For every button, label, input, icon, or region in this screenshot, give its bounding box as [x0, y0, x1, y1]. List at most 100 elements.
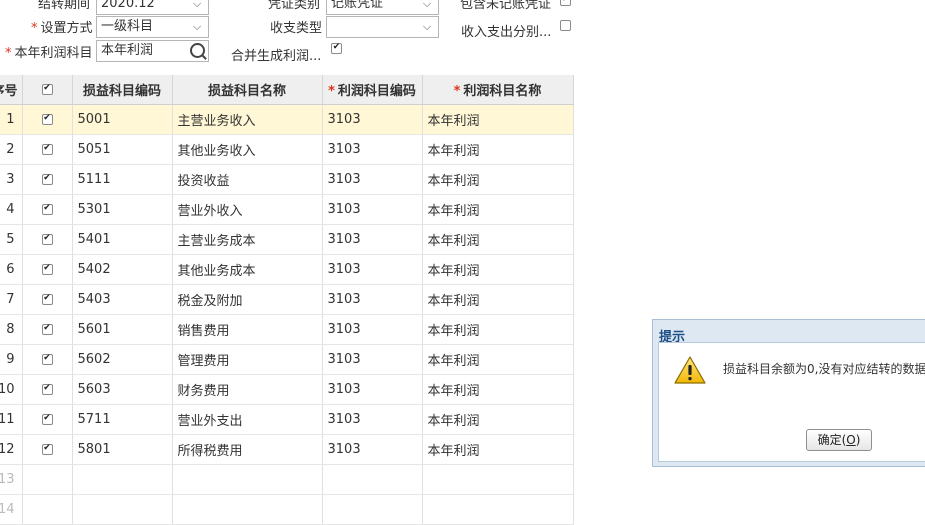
profit-code-cell[interactable]: 3103 [322, 104, 423, 135]
row-checkbox-cell[interactable] [22, 254, 73, 285]
pl-code-cell[interactable]: 5051 [72, 134, 173, 165]
search-icon[interactable] [190, 43, 205, 58]
profit-code-cell[interactable]: 3103 [322, 374, 423, 405]
profit-code-cell[interactable]: 3103 [322, 314, 423, 345]
pl-code-cell[interactable]: 5602 [72, 344, 173, 375]
table-row[interactable]: 6 5402其他业务成本3103本年利润 [0, 254, 574, 285]
setup-method-select[interactable]: 一级科目 ⌵ [96, 16, 209, 38]
profit-code-cell[interactable]: 3103 [322, 224, 423, 255]
pl-code-cell[interactable]: 5401 [72, 224, 173, 255]
row-checkbox-cell[interactable] [22, 104, 73, 135]
table-row[interactable]: 2 5051其他业务收入3103本年利润 [0, 134, 574, 165]
pl-name-cell[interactable]: 营业外支出 [172, 404, 323, 435]
profit-name-cell[interactable]: 本年利润 [422, 164, 574, 195]
pl-code-cell[interactable]: 5001 [72, 104, 173, 135]
table-row[interactable]: 5 5401主营业务成本3103本年利润 [0, 224, 574, 255]
row-checkbox[interactable] [41, 234, 53, 245]
profit-code-cell[interactable]: 3103 [322, 134, 423, 165]
period-label: 结转期间 [38, 0, 91, 12]
row-checkbox-cell[interactable] [22, 374, 73, 405]
row-checkbox[interactable] [41, 354, 53, 365]
pl-name-cell[interactable]: 营业外收入 [172, 194, 323, 225]
table-row[interactable]: 8 5601销售费用3103本年利润 [0, 314, 574, 345]
include-unposted-checkbox[interactable] [560, 0, 571, 6]
pl-name-cell[interactable]: 管理费用 [172, 344, 323, 375]
table-row[interactable]: 7 5403税金及附加3103本年利润 [0, 284, 574, 315]
select-all-checkbox[interactable] [41, 84, 53, 95]
profit-code-cell[interactable]: 3103 [322, 434, 423, 465]
pl-name-cell[interactable]: 其他业务收入 [172, 134, 323, 165]
profit-name-cell[interactable]: 本年利润 [422, 104, 574, 135]
pl-code-cell[interactable]: 5603 [72, 374, 173, 405]
row-checkbox[interactable] [41, 204, 53, 215]
row-index: 12 [0, 434, 23, 465]
pl-code-cell[interactable]: 5402 [72, 254, 173, 285]
row-checkbox-cell[interactable] [22, 284, 73, 315]
pl-name-cell[interactable]: 主营业务收入 [172, 104, 323, 135]
profit-code-cell[interactable]: 3103 [322, 404, 423, 435]
col-header-select-all[interactable] [22, 75, 73, 105]
pl-name-cell[interactable]: 所得税费用 [172, 434, 323, 465]
profit-name-cell[interactable]: 本年利润 [422, 344, 574, 375]
profit-code-cell[interactable]: 3103 [322, 344, 423, 375]
pl-name-cell[interactable]: 其他业务成本 [172, 254, 323, 285]
row-checkbox[interactable] [41, 294, 53, 305]
profit-name-cell[interactable]: 本年利润 [422, 254, 574, 285]
row-checkbox[interactable] [41, 264, 53, 275]
profit-name-cell[interactable]: 本年利润 [422, 404, 574, 435]
table-row[interactable]: 9 5602管理费用3103本年利润 [0, 344, 574, 375]
pl-code-cell[interactable]: 5711 [72, 404, 173, 435]
pl-code-cell[interactable]: 5403 [72, 284, 173, 315]
row-checkbox[interactable] [41, 384, 53, 395]
period-select[interactable]: 2020.12 ⌵ [96, 0, 209, 15]
pl-name-cell[interactable]: 财务费用 [172, 374, 323, 405]
row-checkbox-cell[interactable] [22, 314, 73, 345]
row-checkbox-cell[interactable] [22, 194, 73, 225]
pl-name-cell[interactable]: 主营业务成本 [172, 224, 323, 255]
profit-code-cell[interactable]: 3103 [322, 164, 423, 195]
row-checkbox-cell[interactable] [22, 404, 73, 435]
profit-name-cell[interactable]: 本年利润 [422, 374, 574, 405]
pl-code-cell[interactable]: 5801 [72, 434, 173, 465]
row-checkbox[interactable] [41, 414, 53, 425]
row-checkbox-cell[interactable] [22, 134, 73, 165]
required-mark: * [5, 46, 12, 61]
profit-name-cell[interactable]: 本年利润 [422, 194, 574, 225]
profit-name-cell[interactable]: 本年利润 [422, 284, 574, 315]
col-header-profit-code-label: 利润科目编码 [337, 84, 416, 99]
table-row[interactable]: 1 5001主营业务收入3103本年利润 [0, 104, 574, 135]
row-checkbox-cell[interactable] [22, 224, 73, 255]
pl-code-cell[interactable]: 5601 [72, 314, 173, 345]
row-checkbox-cell[interactable] [22, 164, 73, 195]
profit-code-cell[interactable]: 3103 [322, 254, 423, 285]
row-checkbox[interactable] [41, 114, 53, 125]
pl-name-cell[interactable]: 税金及附加 [172, 284, 323, 315]
profit-name-cell[interactable]: 本年利润 [422, 134, 574, 165]
row-checkbox[interactable] [41, 324, 53, 335]
table-row[interactable]: 4 5301营业外收入3103本年利润 [0, 194, 574, 225]
pl-code-cell[interactable]: 5111 [72, 164, 173, 195]
table-row[interactable]: 10 5603财务费用3103本年利润 [0, 374, 574, 405]
row-checkbox-cell[interactable] [22, 434, 73, 465]
ok-button[interactable]: 确定(O) [806, 429, 872, 451]
row-checkbox[interactable] [41, 144, 53, 155]
profit-name-cell[interactable]: 本年利润 [422, 224, 574, 255]
row-checkbox[interactable] [41, 444, 53, 455]
table-row[interactable]: 11 5711营业外支出3103本年利润 [0, 404, 574, 435]
pl-name-cell[interactable]: 销售费用 [172, 314, 323, 345]
profit-account-input[interactable]: 本年利润 [96, 40, 209, 62]
table-row[interactable]: 12 5801所得税费用3103本年利润 [0, 434, 574, 465]
pl-code-cell[interactable]: 5301 [72, 194, 173, 225]
pl-name-cell[interactable]: 投资收益 [172, 164, 323, 195]
row-checkbox-cell[interactable] [22, 344, 73, 375]
profit-name-cell[interactable]: 本年利润 [422, 434, 574, 465]
income-expense-type-select[interactable]: ⌵ [326, 16, 439, 38]
merge-profit-checkbox[interactable] [331, 43, 342, 54]
profit-code-cell[interactable]: 3103 [322, 284, 423, 315]
profit-name-cell[interactable]: 本年利润 [422, 314, 574, 345]
row-checkbox[interactable] [41, 174, 53, 185]
separate-income-expense-checkbox[interactable] [560, 20, 571, 31]
voucher-type-select[interactable]: 记账凭证 ⌵ [326, 0, 439, 15]
profit-code-cell[interactable]: 3103 [322, 194, 423, 225]
table-row[interactable]: 3 5111投资收益3103本年利润 [0, 164, 574, 195]
